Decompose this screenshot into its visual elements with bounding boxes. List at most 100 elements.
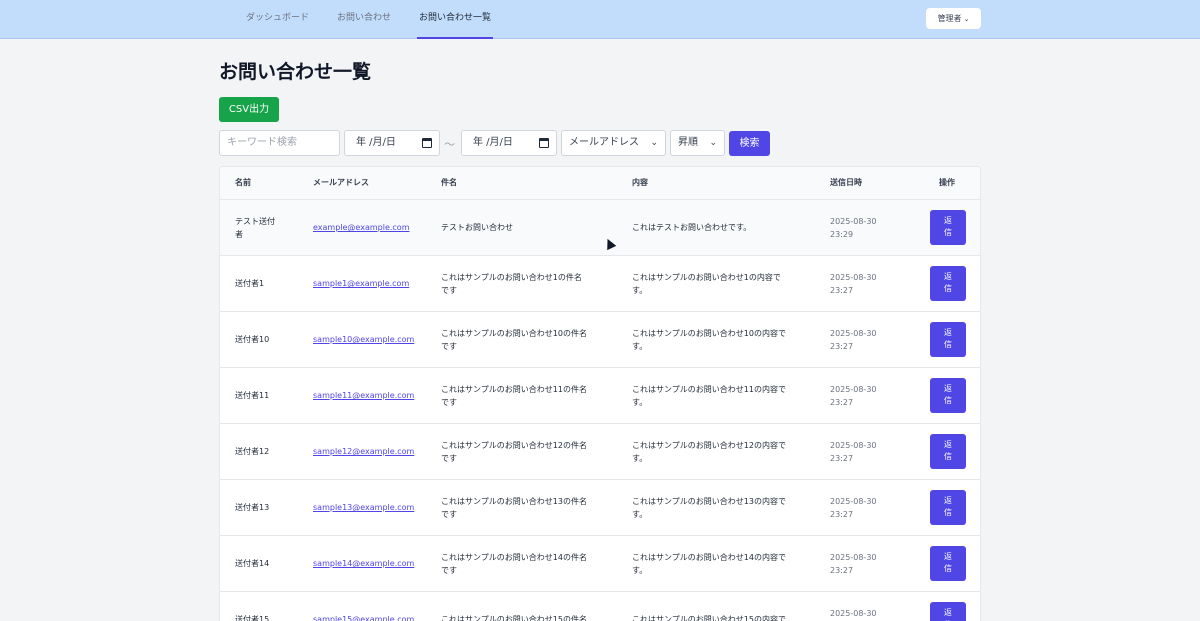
table-row: 送付者11 sample11@example.com これはサンプルのお問い合わせ1… — [220, 368, 980, 424]
row-name-line1: 送付者14 — [235, 559, 270, 568]
table-row: 送付者13 sample13@example.com これはサンプルのお問い合わせ1… — [220, 480, 980, 536]
page-title: お問い合わせ一覧 — [219, 61, 372, 83]
reply-label-1: 返 — [944, 440, 952, 449]
reply-button[interactable]: 返信 — [930, 322, 966, 357]
row-subject-line1: これはサンプルのお問い合わせ15の件名 — [441, 615, 587, 621]
sort-field-select[interactable]: メールアドレス ⌄ — [561, 130, 666, 156]
header-email: メールアドレス — [313, 178, 369, 187]
row-subject: これはサンプルのお問い合わせ11の件名 です — [441, 383, 616, 409]
row-subject-line1: これはサンプルのお問い合わせ1の件名 — [441, 273, 582, 282]
row-sent-at: 2025-08-30 23:27 — [830, 551, 877, 577]
row-content-line2: す。 — [632, 286, 648, 295]
reply-label-1: 返 — [944, 328, 952, 337]
table-row: 送付者1 sample1@example.com これはサンプルのお問い合わせ1の件… — [220, 256, 980, 312]
nav-item-contact-list[interactable]: お問い合わせ一覧 — [417, 0, 493, 39]
top-navigation-bar: ダッシュボード お問い合わせ お問い合わせ一覧 管理者 ⌄ — [0, 0, 1200, 39]
nav-item-dashboard[interactable]: ダッシュボード — [246, 0, 309, 39]
row-sent-time: 23:27 — [830, 398, 854, 407]
search-button[interactable]: 検索 — [729, 131, 770, 156]
row-sent-time: 23:27 — [830, 566, 854, 575]
reply-label-2: 信 — [944, 340, 952, 349]
date-range-separator: 〜 — [444, 138, 455, 151]
row-sent-at: 2025-08-30 23:29 — [830, 215, 877, 241]
reply-button[interactable]: 返信 — [930, 490, 966, 525]
row-subject-line2: です — [441, 286, 457, 295]
row-sent-at: 2025-08-30 — [830, 607, 877, 620]
reply-label-1: 返 — [944, 496, 952, 505]
reply-button[interactable]: 返信 — [930, 210, 966, 245]
row-content: これはサンプルのお問い合わせ14の内容で す。 — [632, 551, 812, 577]
csv-export-button[interactable]: CSV出力 — [219, 97, 279, 122]
row-subject: これはサンプルのお問い合わせ10の件名 です — [441, 327, 616, 353]
row-email-link[interactable]: sample11@example.com — [313, 389, 414, 402]
reply-label-1: 返 — [944, 384, 952, 393]
reply-label-2: 信 — [944, 564, 952, 573]
reply-button[interactable]: 返信 — [930, 602, 966, 621]
row-content-line1: これはテストお問い合わせです。 — [632, 223, 752, 232]
header-subject: 件名 — [441, 178, 457, 187]
chevron-down-icon: ⌄ — [709, 138, 717, 148]
row-sent-date: 2025-08-30 — [830, 329, 877, 338]
row-content-line1: これはサンプルのお問い合わせ13の内容で — [632, 497, 786, 506]
date-to-input[interactable]: 年 /月/日 — [461, 130, 557, 156]
row-sent-at: 2025-08-30 23:27 — [830, 383, 877, 409]
header-sent-at: 送信日時 — [830, 178, 862, 187]
row-email-link[interactable]: example@example.com — [313, 221, 410, 234]
row-subject: これはサンプルのお問い合わせ1の件名 です — [441, 271, 616, 297]
row-name: テスト送付者 — [235, 215, 295, 241]
row-subject-line1: これはサンプルのお問い合わせ14の件名 — [441, 553, 587, 562]
row-subject-line1: テストお問い合わせ — [441, 223, 513, 232]
row-name-line1: 送付者10 — [235, 335, 270, 344]
row-name-line2: 者 — [235, 230, 243, 239]
row-content: これはサンプルのお問い合わせ11の内容で す。 — [632, 383, 812, 409]
calendar-icon[interactable] — [422, 138, 432, 148]
row-sent-time: 23:27 — [830, 510, 854, 519]
row-content: これはサンプルのお問い合わせ1の内容で す。 — [632, 271, 812, 297]
row-email-link[interactable]: sample13@example.com — [313, 501, 414, 514]
row-name-line1: 送付者12 — [235, 447, 270, 456]
reply-button[interactable]: 返信 — [930, 546, 966, 581]
row-sent-at: 2025-08-30 23:27 — [830, 271, 877, 297]
row-sent-time: 23:27 — [830, 286, 854, 295]
row-subject: これはサンプルのお問い合わせ12の件名 です — [441, 439, 616, 465]
reply-button[interactable]: 返信 — [930, 378, 966, 413]
table-row: 送付者15 sample15@example.com これはサンプルのお問い合わせ1… — [220, 592, 980, 621]
table-row: 送付者10 sample10@example.com これはサンプルのお問い合わせ1… — [220, 312, 980, 368]
sort-order-value: 昇順 — [678, 137, 698, 148]
reply-label-2: 信 — [944, 284, 952, 293]
row-email-link[interactable]: sample15@example.com — [313, 613, 414, 621]
row-subject-line2: です — [441, 566, 457, 575]
reply-label-1: 返 — [944, 552, 952, 561]
row-content-line1: これはサンプルのお問い合わせ15の内容で — [632, 615, 786, 621]
table-row: 送付者14 sample14@example.com これはサンプルのお問い合わせ1… — [220, 536, 980, 592]
admin-menu-button[interactable]: 管理者 ⌄ — [926, 8, 981, 29]
table-header: 名前 メールアドレス 件名 内容 送信日時 操作 — [220, 167, 980, 200]
reply-button[interactable]: 返信 — [930, 266, 966, 301]
admin-label: 管理者 — [937, 14, 962, 23]
reply-button[interactable]: 返信 — [930, 434, 966, 469]
row-name-line1: 送付者1 — [235, 279, 265, 288]
row-subject: これはサンプルのお問い合わせ14の件名 です — [441, 551, 616, 577]
row-name: 送付者11 — [235, 389, 295, 402]
row-email-link[interactable]: sample14@example.com — [313, 557, 414, 570]
date-from-input[interactable]: 年 /月/日 — [344, 130, 440, 156]
row-content: これはテストお問い合わせです。 — [632, 221, 812, 234]
nav-item-contact[interactable]: お問い合わせ — [337, 0, 391, 39]
row-sent-time: 23:27 — [830, 454, 854, 463]
row-sent-date: 2025-08-30 — [830, 553, 877, 562]
sort-order-select[interactable]: 昇順 ⌄ — [670, 130, 725, 156]
row-content-line2: す。 — [632, 510, 648, 519]
keyword-placeholder: キーワード検索 — [227, 137, 297, 148]
row-email-link[interactable]: sample12@example.com — [313, 445, 414, 458]
row-email-link[interactable]: sample10@example.com — [313, 333, 414, 346]
header-name: 名前 — [235, 178, 251, 187]
header-action: 操作 — [939, 178, 955, 187]
row-email-link[interactable]: sample1@example.com — [313, 277, 409, 290]
keyword-search-input[interactable]: キーワード検索 — [219, 130, 340, 156]
row-content: これはサンプルのお問い合わせ15の内容で — [632, 613, 812, 621]
row-content-line1: これはサンプルのお問い合わせ12の内容で — [632, 441, 786, 450]
date-from-value: 年 /月/日 — [356, 137, 396, 148]
row-content-line1: これはサンプルのお問い合わせ1の内容で — [632, 273, 781, 282]
calendar-icon[interactable] — [539, 138, 549, 148]
row-sent-date: 2025-08-30 — [830, 497, 877, 506]
